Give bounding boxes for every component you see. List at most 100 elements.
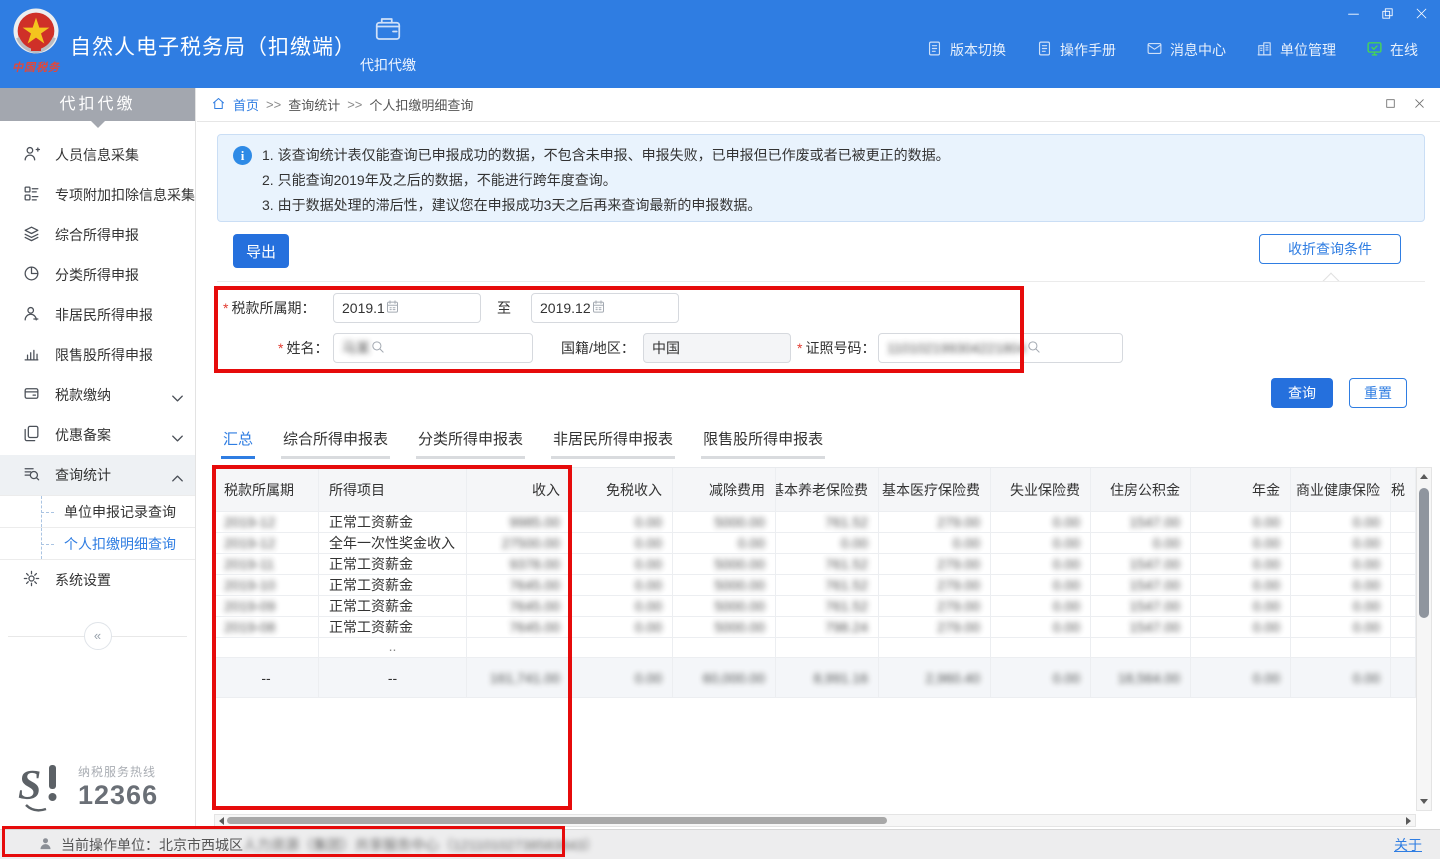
breadcrumb-item: 查询统计: [288, 95, 340, 114]
cell-text: 基本医疗保险费: [882, 480, 980, 500]
sidebar-item[interactable]: 分类所得申报: [0, 255, 195, 295]
tab-3[interactable]: 非居民所得申报表: [551, 428, 675, 459]
cell-text: 0.00: [635, 577, 662, 593]
sidebar-item[interactable]: 非居民所得申报: [0, 295, 195, 335]
table-cell: 2019-10: [214, 575, 319, 595]
cell-text: 全年一次性奖金收入: [329, 533, 455, 553]
header-menu-item[interactable]: 单位管理: [1256, 40, 1336, 60]
nationality-value: 中国: [652, 338, 680, 358]
chevron-down-icon: [168, 429, 181, 442]
vertical-scrollbar[interactable]: [1416, 467, 1432, 811]
table-cell: 0.00: [991, 533, 1091, 553]
table-cell: 0.00: [991, 554, 1091, 574]
search-icon[interactable]: [1026, 339, 1041, 357]
sidebar-item[interactable]: 查询统计: [0, 455, 195, 495]
cell-text: 1547.00: [1129, 556, 1180, 572]
cell-text: --: [261, 670, 270, 686]
cell-text: 9985.00: [509, 514, 560, 530]
sidebar-item[interactable]: 人员信息采集: [0, 135, 195, 175]
table-cell: 279.00: [879, 596, 991, 616]
table-cell: 761.52: [776, 554, 879, 574]
period-from-input[interactable]: 2019.1: [333, 293, 481, 323]
about-link[interactable]: 关于: [1394, 835, 1422, 855]
cell-text: 0.00: [635, 598, 662, 614]
table-cell: 2019-12: [214, 533, 319, 553]
table-cell: 7645.00: [467, 596, 571, 616]
name-input[interactable]: 马某: [333, 333, 533, 363]
query-button[interactable]: 查询: [1271, 378, 1333, 408]
app-window: 中国税务 自然人电子税务局（扣缴端） 代扣代缴 版本切换操作手册消息中心单位管理…: [0, 0, 1440, 859]
breadcrumb-item: 个人扣缴明细查询: [369, 95, 473, 114]
tab-2[interactable]: 分类所得申报表: [416, 428, 525, 459]
cell-text: 0.00: [1253, 598, 1280, 614]
close-icon[interactable]: [1412, 4, 1430, 22]
tab-withholding-module[interactable]: 代扣代缴: [348, 14, 428, 75]
close-page-icon[interactable]: [1413, 97, 1426, 115]
sidebar-item[interactable]: 综合所得申报: [0, 215, 195, 255]
tab-1[interactable]: 综合所得申报表: [281, 428, 390, 459]
horizontal-scrollbar[interactable]: [214, 814, 1416, 827]
scroll-left-icon[interactable]: [215, 815, 227, 826]
restore-icon[interactable]: [1378, 4, 1396, 22]
sidebar-item-settings[interactable]: 系统设置: [0, 560, 195, 600]
search-icon[interactable]: [370, 339, 385, 357]
table-cell: [1391, 512, 1416, 532]
cell-text: 27500.00: [502, 535, 560, 551]
sidebar-item[interactable]: 优惠备案: [0, 415, 195, 455]
table-cell: 0.00: [1291, 533, 1391, 553]
scroll-down-icon[interactable]: [1417, 795, 1431, 809]
table-cell: 0.00: [1191, 512, 1291, 532]
table-cell: 0.00: [1291, 575, 1391, 595]
emblem-icon: [11, 6, 61, 56]
sidebar-header: 代扣代缴: [0, 88, 195, 121]
sidebar-item[interactable]: 专项附加扣除信息采集: [0, 175, 195, 215]
vertical-scroll-thumb[interactable]: [1419, 488, 1429, 618]
table-cell: 0.00: [1191, 575, 1291, 595]
column-header: 失业保险费: [991, 468, 1091, 511]
scroll-right-icon[interactable]: [1403, 815, 1415, 826]
table-cell: 5000.00: [673, 617, 776, 637]
column-header: 年金: [1191, 468, 1291, 511]
sidebar-subitem[interactable]: 个人扣缴明细查询: [0, 528, 195, 560]
export-button[interactable]: 导出: [233, 234, 289, 268]
cell-text: 279.00: [937, 514, 980, 530]
table-cell: [1391, 533, 1416, 553]
header-menu-item[interactable]: 版本切换: [926, 40, 1006, 60]
cell-text: 0.00: [1353, 556, 1380, 572]
tab-4[interactable]: 限售股所得申报表: [701, 428, 825, 459]
table-cell: [1391, 617, 1416, 637]
sidebar-subitem[interactable]: 单位申报记录查询: [0, 496, 195, 528]
results-table: 税款所属期所得项目收入免税收入减除费用基本养老保险费基本医疗保险费失业保险费住房…: [214, 467, 1416, 698]
cell-text: 0.00: [1353, 514, 1380, 530]
id-number-label: 证照号码：: [797, 333, 875, 363]
tab-0[interactable]: 汇总: [221, 428, 255, 459]
id-number-input[interactable]: 110102199304221804: [878, 333, 1123, 363]
cell-text: 0.00: [1053, 556, 1080, 572]
calendar-icon[interactable]: [591, 299, 606, 317]
reset-button[interactable]: 重置: [1349, 378, 1407, 408]
header-menu-item[interactable]: 操作手册: [1036, 40, 1116, 60]
maximize-page-icon[interactable]: [1384, 97, 1397, 115]
sidebar-item[interactable]: 税款缴纳: [0, 375, 195, 415]
minimize-icon[interactable]: [1344, 4, 1362, 22]
table-cell: 0.00: [1291, 596, 1391, 616]
horizontal-scroll-thumb[interactable]: [227, 817, 887, 824]
cell-text: 基本养老保险费: [776, 480, 868, 500]
collapse-conditions-button[interactable]: 收折查询条件: [1259, 234, 1401, 264]
sidebar-item[interactable]: 限售股所得申报: [0, 335, 195, 375]
cell-text: 0.00: [1053, 670, 1080, 686]
cell-text: 0.00: [1353, 577, 1380, 593]
cell-text: 年金: [1252, 480, 1280, 500]
cell-text: 5000.00: [714, 514, 765, 530]
breadcrumb-home[interactable]: 首页: [233, 95, 259, 114]
notice-line: 2. 只能查询2019年及之后的数据，不能进行跨年度查询。: [262, 168, 1408, 193]
period-to-input[interactable]: 2019.12: [531, 293, 679, 323]
header-menu-item[interactable]: 消息中心: [1146, 40, 1226, 60]
scroll-up-icon[interactable]: [1417, 469, 1431, 483]
header-menu-item[interactable]: 在线: [1366, 40, 1418, 60]
cell-text: 0.00: [738, 535, 765, 551]
table-cell: 1547.00: [1091, 596, 1191, 616]
collapse-sidebar-button[interactable]: «: [84, 622, 112, 650]
calendar-icon[interactable]: [385, 299, 400, 317]
cell-text: 7645.00: [509, 598, 560, 614]
